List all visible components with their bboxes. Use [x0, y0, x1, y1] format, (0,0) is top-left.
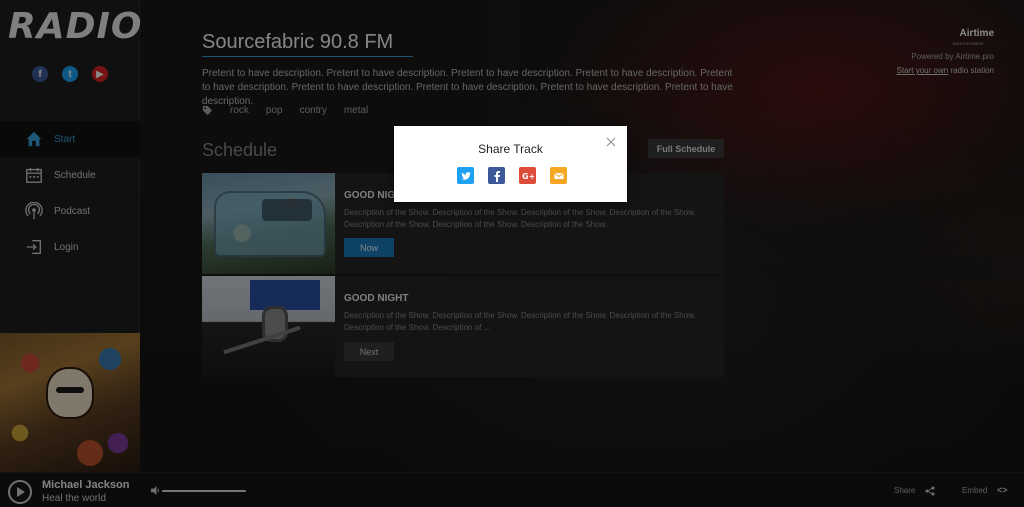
modal-title: Share Track [478, 142, 543, 156]
facebook-share-button[interactable] [488, 167, 505, 184]
google-plus-share-button[interactable]: G+ [519, 167, 536, 184]
modal-backdrop[interactable] [0, 0, 1024, 507]
svg-text:G+: G+ [522, 172, 534, 181]
email-icon [553, 172, 564, 179]
facebook-icon [494, 170, 500, 182]
email-share-button[interactable] [550, 167, 567, 184]
google-plus-icon: G+ [522, 172, 534, 181]
twitter-icon [460, 171, 471, 180]
twitter-share-button[interactable] [457, 167, 474, 184]
close-icon[interactable] [605, 136, 617, 148]
share-track-modal: Share Track G+ [394, 126, 627, 202]
share-buttons: G+ [457, 167, 567, 184]
